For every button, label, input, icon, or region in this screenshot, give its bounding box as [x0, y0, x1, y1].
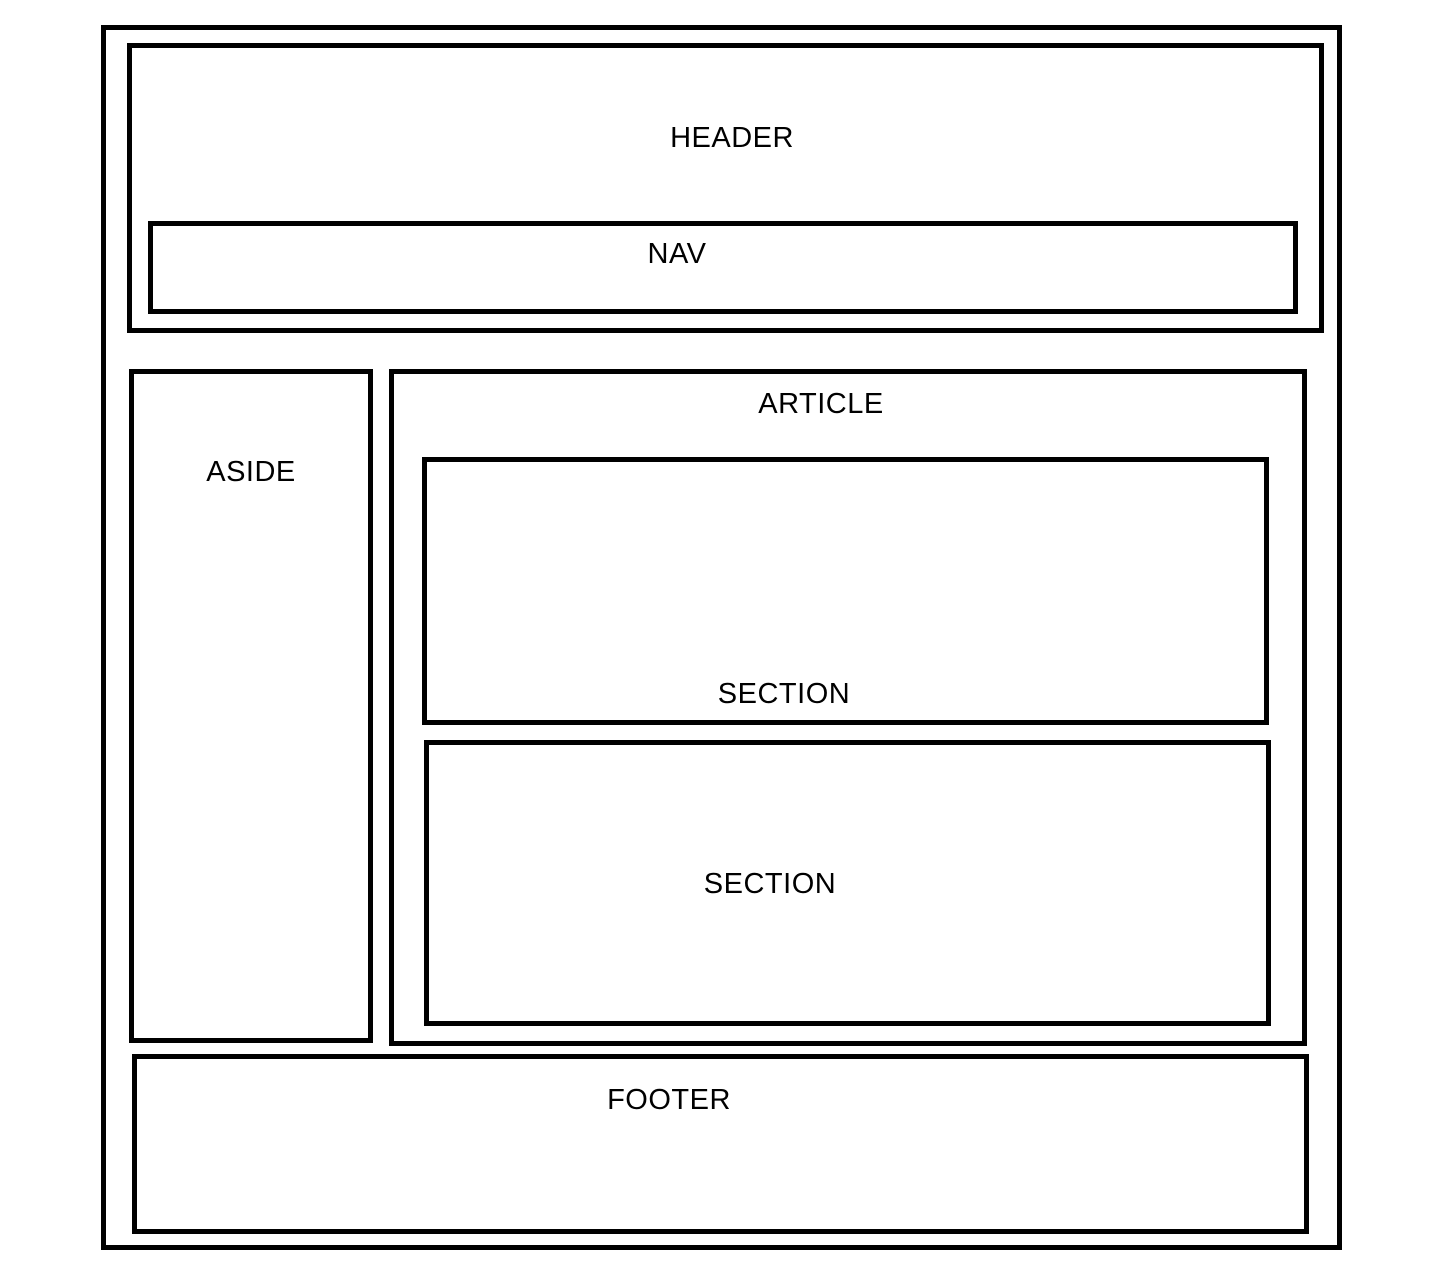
article-label: ARTICLE: [758, 388, 884, 420]
footer-box: [132, 1054, 1309, 1234]
nav-label: NAV: [647, 238, 707, 270]
footer-label: FOOTER: [607, 1084, 731, 1116]
section-label-2: SECTION: [703, 868, 837, 900]
section-label-1: SECTION: [717, 678, 851, 710]
aside-label: ASIDE: [206, 456, 296, 488]
nav-box: [148, 221, 1298, 314]
header-label: HEADER: [670, 122, 794, 154]
section-box-2: [424, 740, 1271, 1026]
